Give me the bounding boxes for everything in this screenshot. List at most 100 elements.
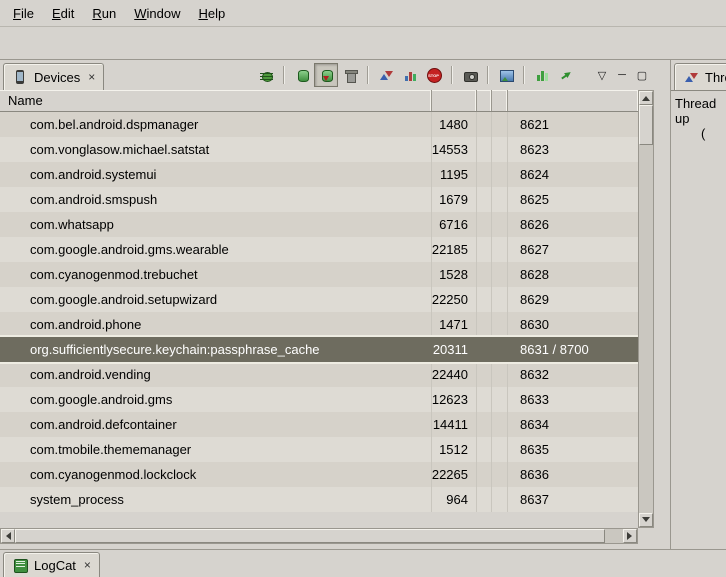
scroll-right-button[interactable] xyxy=(623,529,637,543)
table-header: Name xyxy=(0,90,638,112)
devices-panel: Devices × ▽─▢ Name com.bel.android.dspma… xyxy=(0,60,654,549)
tab-logcat[interactable]: LogCat × xyxy=(3,552,100,577)
vertical-scroll-thumb[interactable] xyxy=(639,105,653,145)
close-icon[interactable]: × xyxy=(88,71,95,83)
table-row[interactable]: com.android.vending224408632 xyxy=(0,362,638,387)
process-pid: 12623 xyxy=(432,387,477,412)
device-icon xyxy=(12,69,29,86)
logcat-icon xyxy=(12,557,29,574)
network-stats-button[interactable] xyxy=(530,63,554,87)
empty-cell xyxy=(477,237,492,262)
process-name: com.android.smspush xyxy=(0,187,432,212)
screen-capture-button[interactable] xyxy=(458,63,482,87)
horizontal-scrollbar[interactable] xyxy=(0,528,638,544)
process-pid: 1679 xyxy=(432,187,477,212)
devices-toolbar: ▽─▢ xyxy=(254,63,652,87)
network-arrow-icon xyxy=(558,67,575,84)
column-header-3[interactable] xyxy=(477,90,492,111)
empty-cell xyxy=(492,137,508,162)
network-arrow-button[interactable] xyxy=(554,63,578,87)
threads-message-line1: Thread up xyxy=(675,96,723,126)
column-header-port[interactable] xyxy=(508,90,638,111)
table-row[interactable]: com.vonglasow.michael.satstat145538623 xyxy=(0,137,638,162)
cause-gc-button[interactable] xyxy=(338,63,362,87)
minimize-button[interactable]: ─ xyxy=(612,66,632,84)
process-port: 8626 xyxy=(508,212,638,237)
process-port: 8628 xyxy=(508,262,638,287)
empty-cell xyxy=(477,262,492,287)
table-row[interactable]: com.android.smspush16798625 xyxy=(0,187,638,212)
table-row[interactable]: com.google.android.gms126238633 xyxy=(0,387,638,412)
update-heap-icon xyxy=(294,67,311,84)
process-pid: 14411 xyxy=(432,412,477,437)
table-row[interactable]: com.bel.android.dspmanager14808621 xyxy=(0,112,638,137)
process-pid: 1195 xyxy=(432,162,477,187)
stop-process-button[interactable] xyxy=(422,63,446,87)
method-profiling-button[interactable] xyxy=(398,63,422,87)
view-hierarchy-button[interactable] xyxy=(494,63,518,87)
menu-help[interactable]: Help xyxy=(189,2,234,25)
table-row[interactable]: com.tmobile.thememanager15128635 xyxy=(0,437,638,462)
table-row[interactable]: com.cyanogenmod.lockclock222658636 xyxy=(0,462,638,487)
process-port: 8637 xyxy=(508,487,638,512)
menu-edit[interactable]: Edit xyxy=(43,2,83,25)
column-header-4[interactable] xyxy=(492,90,508,111)
process-pid: 22265 xyxy=(432,462,477,487)
empty-cell xyxy=(477,437,492,462)
table-row[interactable]: com.google.android.gms.wearable221858627 xyxy=(0,237,638,262)
menu-file[interactable]: File xyxy=(4,2,43,25)
empty-cell xyxy=(492,362,508,387)
scroll-up-button[interactable] xyxy=(639,91,653,105)
table-row[interactable]: com.android.systemui11958624 xyxy=(0,162,638,187)
empty-cell xyxy=(492,237,508,262)
table-row[interactable]: com.google.android.setupwizard222508629 xyxy=(0,287,638,312)
process-pid: 22440 xyxy=(432,362,477,387)
tab-threads-label: Threads xyxy=(705,70,726,85)
process-name: com.cyanogenmod.lockclock xyxy=(0,462,432,487)
threads-panel: Threads Thread up ( xyxy=(670,60,726,549)
empty-cell xyxy=(477,112,492,137)
table-row[interactable]: com.cyanogenmod.trebuchet15288628 xyxy=(0,262,638,287)
horizontal-scroll-thumb[interactable] xyxy=(15,529,605,543)
table-row[interactable]: com.android.defcontainer144118634 xyxy=(0,412,638,437)
table-row[interactable]: com.whatsapp67168626 xyxy=(0,212,638,237)
process-port: 8631 / 8700 xyxy=(508,337,638,362)
tab-threads[interactable]: Threads xyxy=(674,63,726,90)
empty-cell xyxy=(477,212,492,237)
column-header-pid[interactable] xyxy=(432,90,477,111)
empty-cell xyxy=(492,387,508,412)
process-pid: 20311 xyxy=(432,337,477,362)
empty-cell xyxy=(477,487,492,512)
tab-devices[interactable]: Devices × xyxy=(3,63,104,90)
menu-window[interactable]: Window xyxy=(125,2,189,25)
update-threads-button[interactable] xyxy=(374,63,398,87)
table-row[interactable]: org.sufficientlysecure.keychain:passphra… xyxy=(0,337,638,362)
table-row[interactable]: system_process9648637 xyxy=(0,487,638,512)
update-heap-button[interactable] xyxy=(290,63,314,87)
scroll-left-button[interactable] xyxy=(1,529,15,543)
empty-cell xyxy=(492,187,508,212)
process-name: system_process xyxy=(0,487,432,512)
bottom-tabbar: LogCat × xyxy=(0,549,726,577)
menu-run[interactable]: Run xyxy=(83,2,125,25)
arrow-up-icon xyxy=(642,92,650,101)
threads-content: Thread up ( xyxy=(671,91,726,146)
scroll-down-button[interactable] xyxy=(639,513,653,527)
empty-cell xyxy=(477,362,492,387)
close-icon[interactable]: × xyxy=(84,559,91,571)
column-header-name[interactable]: Name xyxy=(0,90,432,111)
toolbar-separator xyxy=(367,66,369,84)
empty-cell xyxy=(477,187,492,212)
dump-hprof-button[interactable] xyxy=(314,63,338,87)
debug-process-button[interactable] xyxy=(254,63,278,87)
process-port: 8632 xyxy=(508,362,638,387)
toolbar-separator xyxy=(523,66,525,84)
process-name: com.google.android.gms.wearable xyxy=(0,237,432,262)
process-port: 8635 xyxy=(508,437,638,462)
view-menu-button[interactable]: ▽ xyxy=(592,66,612,84)
table-row[interactable]: com.android.phone14718630 xyxy=(0,312,638,337)
maximize-button[interactable]: ▢ xyxy=(632,66,652,84)
process-pid: 1528 xyxy=(432,262,477,287)
vertical-scrollbar[interactable] xyxy=(638,90,654,528)
threads-message-line2: ( xyxy=(701,126,723,141)
